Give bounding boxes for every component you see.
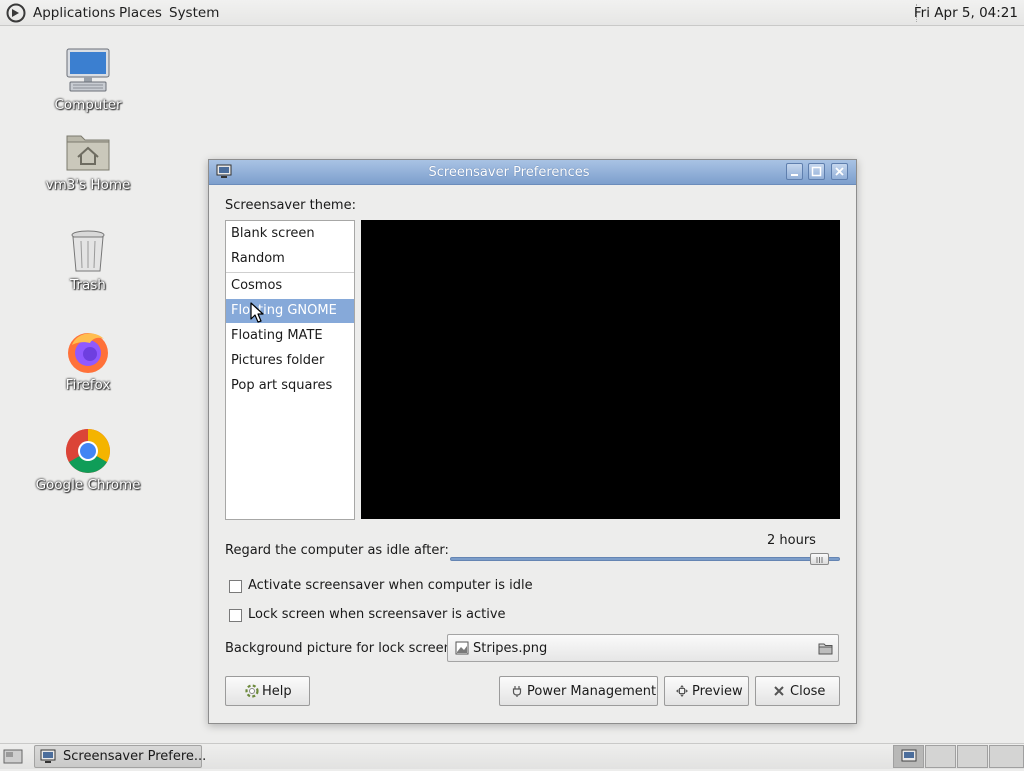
system-menu[interactable]: System (169, 0, 219, 25)
workspace-1[interactable] (893, 745, 924, 768)
lock-screen-label[interactable]: Lock screen when screensaver is active (248, 607, 506, 622)
preview-button[interactable]: Preview (664, 676, 749, 706)
slider-handle[interactable] (810, 553, 829, 565)
idle-label: Regard the computer as idle after: (225, 543, 449, 558)
theme-item-blank-screen[interactable]: Blank screen (226, 222, 354, 246)
close-button[interactable]: Close (755, 676, 840, 706)
maximize-button[interactable] (808, 163, 825, 180)
theme-item-floating-gnome[interactable]: Floating GNOME (226, 299, 354, 323)
theme-item-floating-mate[interactable]: Floating MATE (226, 324, 354, 348)
taskbar-window-label: Screensaver Prefere... (63, 749, 207, 764)
close-icon (835, 167, 844, 176)
activate-screensaver-label[interactable]: Activate screensaver when computer is id… (248, 578, 533, 593)
minimize-icon (791, 174, 798, 176)
minimize-button[interactable] (786, 163, 803, 180)
background-file-name: Stripes.png (473, 641, 548, 656)
firefox-icon (68, 333, 108, 373)
workspace-2[interactable] (925, 745, 956, 768)
list-separator (226, 272, 354, 273)
bottom-panel: Screensaver Prefere... (0, 743, 1024, 769)
trash-icon (71, 230, 105, 272)
theme-list[interactable]: Blank screen Random Cosmos Floating GNOM… (225, 220, 355, 520)
preview-button-label: Preview (692, 684, 743, 699)
help-button[interactable]: Help (225, 676, 310, 706)
desktop-icon-label: Firefox (65, 377, 111, 393)
theme-item-random[interactable]: Random (226, 247, 354, 271)
chrome-icon (66, 429, 110, 473)
clock[interactable]: Fri Apr 5, 04:21 (914, 0, 1018, 26)
screensaver-preview (361, 220, 840, 519)
help-icon (245, 684, 259, 698)
desktop-icon-label: Computer (54, 97, 122, 113)
activate-screensaver-checkbox[interactable] (229, 580, 242, 593)
background-picture-label: Background picture for lock screen: (225, 641, 457, 656)
idle-slider[interactable] (450, 551, 840, 568)
maximize-icon (811, 166, 822, 177)
monitor-icon (40, 749, 56, 763)
power-management-label: Power Management (527, 684, 657, 699)
grip-icon (816, 557, 823, 563)
show-desktop-icon[interactable] (3, 748, 23, 765)
desktop-icon-label: Google Chrome (35, 477, 141, 493)
screensaver-preferences-window: Screensaver Preferences Screensaver them… (208, 159, 857, 724)
workspace-3[interactable] (957, 745, 988, 768)
idle-value: 2 hours (767, 533, 816, 548)
lock-screen-checkbox[interactable] (229, 609, 242, 622)
taskbar-window-button[interactable]: Screensaver Prefere... (34, 745, 206, 768)
theme-item-pictures-folder[interactable]: Pictures folder (226, 349, 354, 373)
workspace-4[interactable] (989, 745, 1024, 768)
window-titlebar[interactable]: Screensaver Preferences (209, 160, 856, 185)
close-icon (774, 686, 784, 696)
power-management-button[interactable]: Power Management (499, 676, 658, 706)
background-file-chooser[interactable]: Stripes.png (447, 634, 839, 662)
theme-label: Screensaver theme: (225, 198, 356, 213)
computer-icon (66, 48, 110, 92)
desktop-icon-label: vm3's Home (45, 177, 131, 193)
theme-item-pop-art-squares[interactable]: Pop art squares (226, 374, 354, 398)
places-menu[interactable]: Places (119, 0, 162, 25)
applications-menu[interactable]: Applications (33, 0, 115, 25)
home-folder-icon (66, 135, 110, 171)
mate-logo-icon[interactable] (6, 3, 26, 23)
power-plug-icon (512, 686, 522, 697)
close-window-button[interactable] (831, 163, 848, 180)
theme-item-cosmos[interactable]: Cosmos (226, 274, 354, 298)
mini-window-icon (901, 749, 917, 762)
image-file-icon (455, 641, 469, 655)
window-title: Screensaver Preferences (428, 165, 590, 180)
desktop-icon-label: Trash (70, 277, 106, 293)
help-button-label: Help (262, 684, 292, 699)
folder-icon (818, 643, 833, 655)
slider-trough[interactable] (450, 557, 840, 561)
mouse-pointer-icon (250, 302, 264, 323)
top-panel: Applications Places System Fri Apr 5, 04… (0, 0, 1024, 26)
close-button-label: Close (790, 684, 826, 699)
fullscreen-icon (676, 685, 688, 697)
